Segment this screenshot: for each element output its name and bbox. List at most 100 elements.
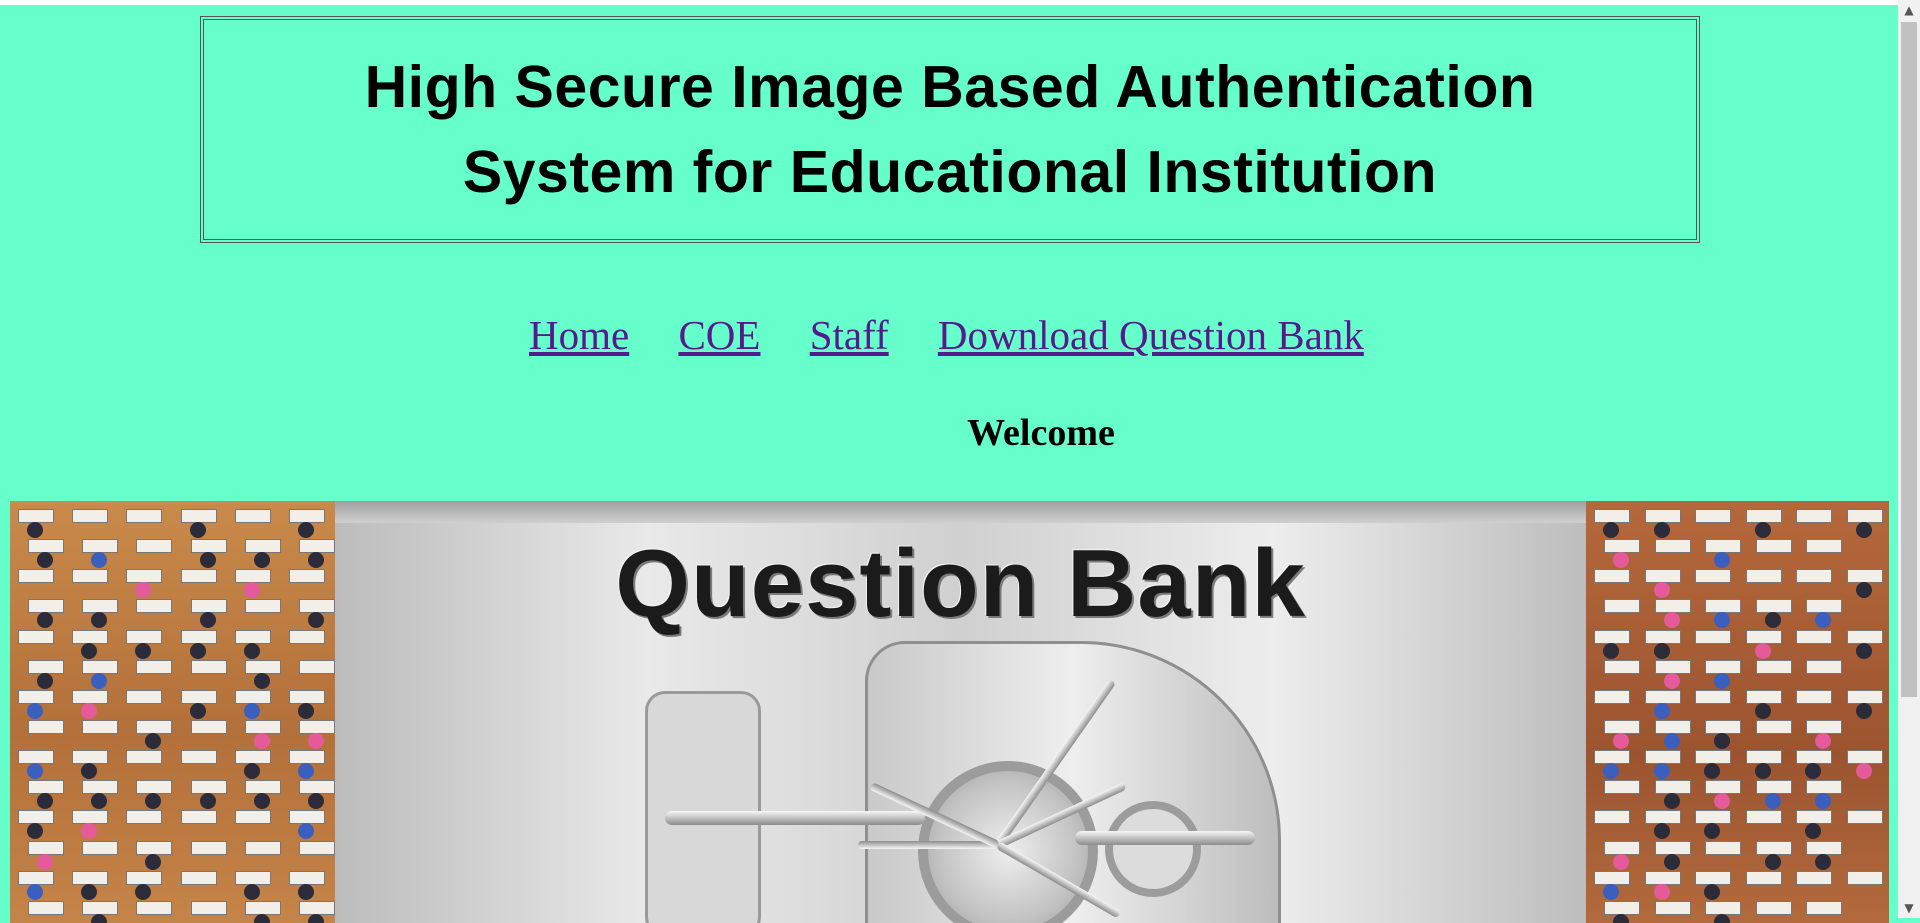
exam-desk (1644, 810, 1681, 825)
exam-desk (82, 780, 119, 795)
exam-desk (1705, 840, 1741, 855)
exam-desk (190, 599, 227, 614)
title-box: High Secure Image Based Authentication S… (200, 16, 1700, 243)
exam-desk (136, 599, 173, 614)
exam-student (1653, 823, 1670, 840)
exam-student (1714, 733, 1730, 749)
exam-desk (1796, 810, 1832, 825)
exam-desk (1745, 750, 1782, 765)
exam-desk (1695, 750, 1731, 765)
welcome-heading: Welcome (967, 412, 1115, 454)
exam-student (27, 702, 43, 719)
exam-student (189, 702, 206, 719)
exam-desk (136, 659, 173, 674)
exam-desk (288, 870, 325, 885)
exam-student (81, 702, 98, 719)
exam-desk (1755, 659, 1792, 674)
exam-student (253, 552, 270, 569)
nav-link-download-question-bank[interactable]: Download Question Bank (938, 312, 1364, 358)
exam-desk (1755, 539, 1792, 554)
exam-student (307, 913, 324, 923)
exam-student (145, 853, 162, 870)
exam-desk (28, 900, 64, 915)
exam-desk (1755, 900, 1792, 915)
nav-link-coe[interactable]: COE (678, 312, 760, 358)
exam-student (1603, 642, 1619, 659)
exam-student (135, 642, 152, 659)
exam-desk (1806, 659, 1842, 674)
scroll-down-arrow-icon[interactable]: ▼ (1898, 898, 1920, 918)
exam-student (1815, 853, 1831, 870)
vertical-scrollbar[interactable]: ▲ ▼ (1898, 0, 1920, 918)
exam-student (1754, 763, 1771, 780)
exam-desk (1644, 509, 1681, 523)
exam-desk (234, 689, 271, 704)
exam-desk (126, 509, 163, 523)
exam-desk (1755, 780, 1792, 795)
exam-desk (298, 659, 335, 674)
exam-student (1704, 883, 1720, 900)
exam-desk (180, 870, 217, 885)
exam-desk (72, 509, 109, 523)
exam-student (1815, 733, 1831, 749)
exam-desk (28, 720, 64, 734)
exam-desk (1846, 509, 1883, 523)
exam-desk (1654, 720, 1691, 734)
exam-student (307, 793, 324, 810)
exam-hall-photo-left (10, 501, 335, 923)
exam-desk (82, 840, 119, 855)
exam-student (243, 642, 260, 659)
exam-hall-floor (10, 501, 335, 923)
vault-bolt (1075, 831, 1255, 845)
exam-student (1764, 793, 1781, 810)
exam-desk (298, 840, 335, 855)
exam-desk (1806, 780, 1842, 795)
exam-student (253, 913, 270, 923)
exam-student (81, 642, 98, 659)
exam-desk (1604, 659, 1640, 674)
exam-desk (1644, 569, 1681, 584)
exam-hall-photo-right (1586, 501, 1889, 923)
scroll-up-arrow-icon[interactable]: ▲ (1898, 0, 1920, 20)
exam-student (1663, 853, 1680, 870)
exam-desk (136, 539, 173, 554)
exam-desk (244, 720, 281, 734)
scrollbar-thumb[interactable] (1901, 22, 1917, 697)
exam-desk (298, 900, 335, 915)
exam-desk (72, 689, 109, 704)
exam-student (1653, 883, 1670, 900)
nav-link-staff[interactable]: Staff (810, 312, 889, 358)
exam-desk (190, 539, 227, 554)
exam-desk (1806, 840, 1842, 855)
vault-image: Question Bank (335, 501, 1586, 923)
exam-student (189, 522, 206, 538)
exam-desk (244, 780, 281, 795)
exam-desk (234, 629, 271, 644)
exam-desk (126, 750, 163, 765)
exam-desk (180, 509, 217, 523)
exam-desk (190, 840, 227, 855)
exam-desk (234, 810, 271, 825)
exam-desk (1604, 599, 1640, 614)
exam-desk (1604, 720, 1640, 734)
exam-student (307, 552, 324, 569)
exam-desk (1846, 810, 1883, 825)
exam-desk (1604, 900, 1640, 915)
exam-desk (244, 900, 281, 915)
exam-desk (244, 659, 281, 674)
exam-desk (136, 780, 173, 795)
exam-desk (1846, 629, 1883, 644)
exam-student (1754, 522, 1771, 538)
nav-link-home[interactable]: Home (529, 312, 629, 358)
question-bank-banner-image: Question Bank (10, 501, 1889, 923)
exam-student (81, 883, 98, 900)
exam-desk (72, 810, 109, 825)
exam-student (1663, 793, 1680, 810)
exam-student (1653, 582, 1670, 599)
exam-student (1855, 582, 1872, 599)
exam-desk (1695, 810, 1731, 825)
title-inner-border: High Secure Image Based Authentication S… (203, 19, 1697, 240)
exam-student (1613, 733, 1629, 749)
exam-student (243, 702, 260, 719)
exam-student (307, 733, 324, 749)
